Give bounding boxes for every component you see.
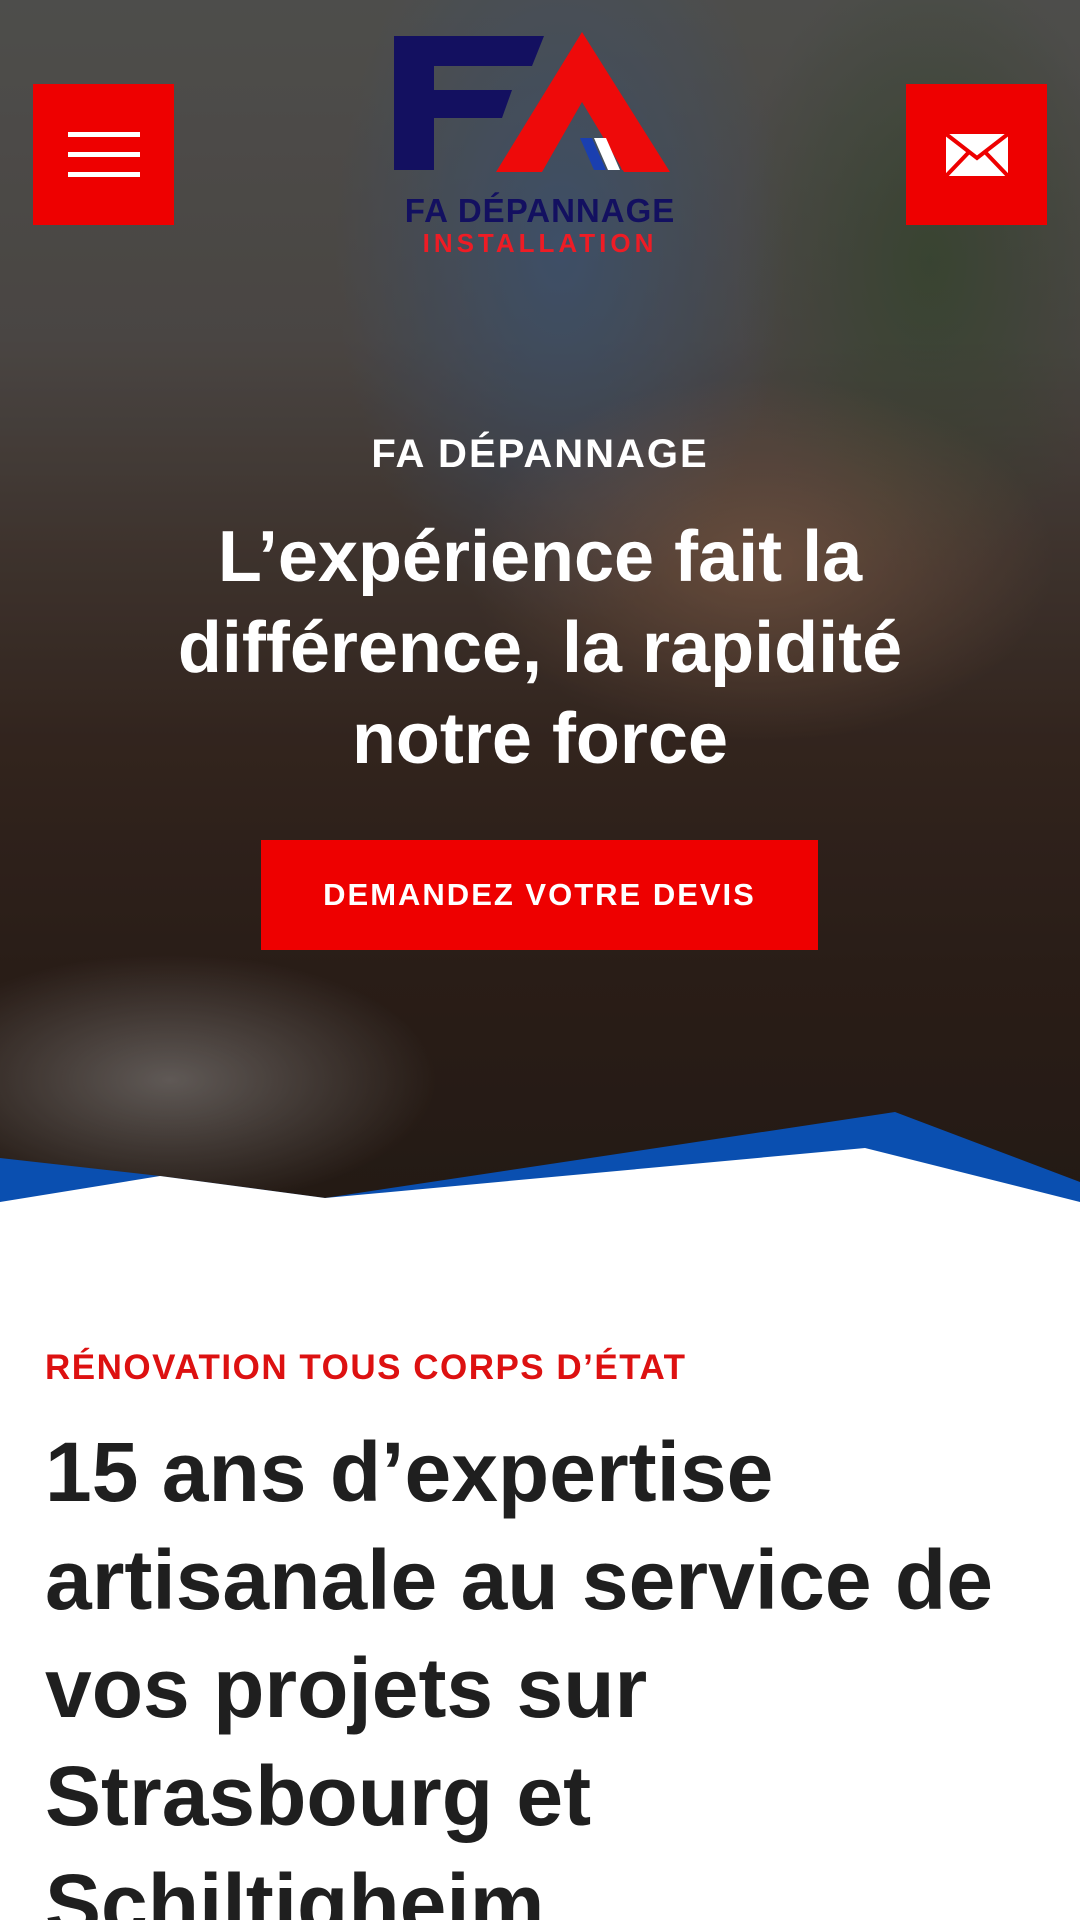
envelope-icon <box>944 131 1009 177</box>
logo-text-primary: FA DÉPANNAGE <box>404 192 676 229</box>
section-title: 15 ans d’expertise artisanale au service… <box>45 1425 993 1920</box>
brand-logo[interactable]: FA DÉPANNAGE INSTALLATION <box>392 30 688 260</box>
logo-text-secondary: INSTALLATION <box>422 228 658 258</box>
hamburger-icon-bar <box>67 132 140 137</box>
hero-title: L’expérience fait la différence, la rapi… <box>177 517 903 779</box>
hamburger-icon-bar <box>67 152 140 157</box>
menu-button[interactable] <box>33 84 174 225</box>
hero-section: FA DÉPANNAGE INSTALLATION FA DÉPANNAGE L… <box>0 0 1080 1210</box>
section-eyebrow: RÉNOVATION TOUS CORPS D’ÉTAT <box>45 1348 687 1387</box>
request-quote-button[interactable]: DEMANDEZ VOTRE DEVIS <box>261 840 818 950</box>
hero-eyebrow: FA DÉPANNAGE <box>371 432 709 476</box>
hero-wave-divider <box>0 1112 1080 1210</box>
contact-mail-button[interactable] <box>906 84 1047 225</box>
hamburger-icon-bar <box>67 172 140 177</box>
logo-monogram-icon <box>394 32 670 172</box>
page: FA DÉPANNAGE INSTALLATION FA DÉPANNAGE L… <box>0 0 1080 1920</box>
